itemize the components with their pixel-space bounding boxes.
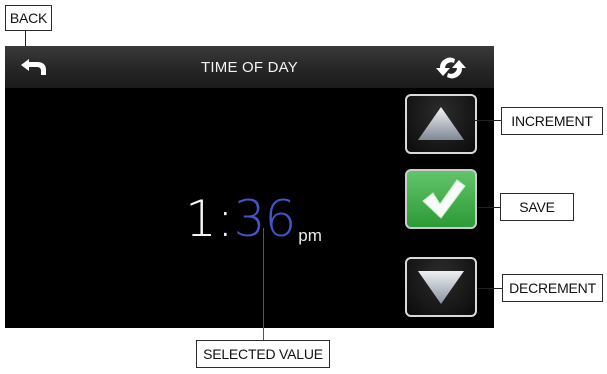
decrement-callout: DECREMENT [502, 274, 603, 302]
period-value[interactable]: pm [298, 227, 322, 244]
save-callout-line [478, 207, 500, 208]
time-separator: : [216, 190, 234, 248]
title-bar: TIME OF DAY [5, 46, 494, 88]
minute-value-selected[interactable]: 36 [234, 194, 297, 244]
back-callout-label: BACK [9, 10, 48, 26]
down-triangle-icon [418, 271, 464, 304]
decrement-callout-label: DECREMENT [509, 280, 596, 296]
screen-title: TIME OF DAY [201, 59, 298, 76]
decrement-callout-line [478, 288, 502, 289]
refresh-icon[interactable] [433, 55, 469, 81]
increment-callout: INCREMENT [501, 107, 603, 135]
time-display: 1 : 36 pm [185, 174, 322, 244]
save-callout: SAVE [500, 193, 574, 221]
device-screen: TIME OF DAY 1 : 36 pm [5, 46, 494, 328]
hour-value[interactable]: 1 [185, 194, 217, 244]
decrement-button[interactable] [405, 257, 477, 317]
save-callout-label: SAVE [519, 199, 555, 215]
back-callout: BACK [5, 5, 52, 31]
increment-callout-label: INCREMENT [511, 113, 593, 129]
increment-button[interactable] [405, 94, 477, 154]
checkmark-icon [422, 179, 466, 219]
increment-callout-line [475, 120, 501, 121]
selected-value-callout-label: SELECTED VALUE [203, 346, 323, 362]
selected-value-callout-line [263, 228, 264, 340]
selected-value-callout: SELECTED VALUE [196, 340, 330, 368]
save-button[interactable] [405, 169, 477, 229]
up-triangle-icon [418, 107, 464, 140]
